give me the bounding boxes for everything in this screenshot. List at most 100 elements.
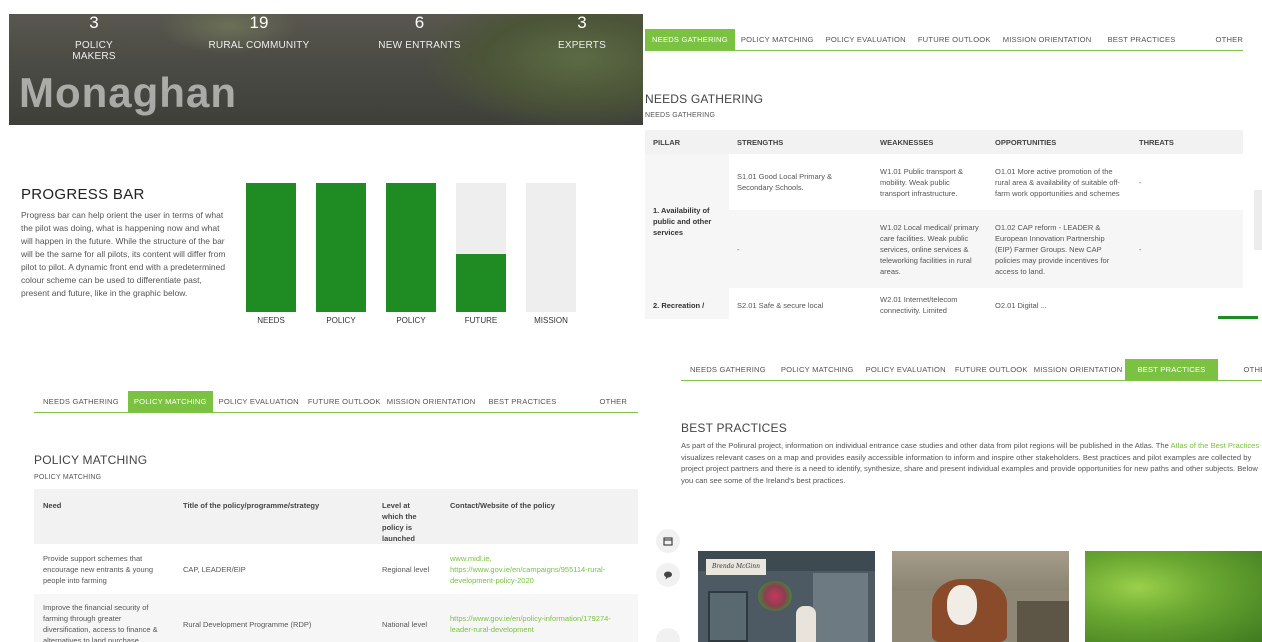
pillar-cell: 2. Recreation / [645, 288, 729, 319]
stat-label: EXPERTS [558, 40, 606, 51]
calendar-icon[interactable] [656, 529, 680, 553]
atlas-link[interactable]: Atlas of the Best Practices [1171, 441, 1260, 450]
stat-label: RURAL COMMUNITY [208, 40, 310, 51]
swot-table: PILLAR STRENGTHS WEAKNESSES OPPORTUNITIE… [645, 130, 1243, 319]
stat-experts: 3 EXPERTS [552, 14, 612, 51]
tab-best-practices[interactable]: BEST PRACTICES [1101, 29, 1181, 50]
hero-banner: 3 POLICY MAKERS 19 RURAL COMMUNITY 6 NEW… [9, 14, 643, 125]
progress-bar-fill [456, 254, 506, 312]
tab-policy-matching[interactable]: POLICY MATCHING [127, 391, 213, 412]
needs-gathering-title: NEEDS GATHERING [645, 92, 764, 106]
need-cell: Provide support schemes that encourage n… [43, 553, 154, 585]
description-text: As part of the Polirural project, inform… [681, 441, 1171, 450]
progress-bar-column: FUTURE [456, 183, 506, 323]
table-scrollbar[interactable] [1254, 190, 1262, 250]
policy-matching-title: POLICY MATCHING [34, 453, 148, 467]
calf-photo[interactable] [892, 551, 1069, 642]
column-header: PILLAR [645, 130, 729, 154]
stat-label: NEW ENTRANTS [378, 40, 461, 51]
tab-other[interactable]: OTHER [1238, 359, 1262, 380]
tab-other[interactable]: OTHER [1210, 29, 1250, 50]
threat-cell [1131, 288, 1243, 319]
progress-bar-fill [316, 183, 366, 312]
table-row: 2. Recreation / S2.01 Safe & secure loca… [645, 288, 1243, 319]
hero-title: Monaghan [19, 69, 237, 116]
best-practices-description: As part of the Polirural project, inform… [681, 440, 1262, 486]
threat-cell: - [1139, 177, 1142, 187]
progress-bar-label: NEEDS [246, 312, 296, 323]
level-cell: National level [373, 594, 441, 642]
table-row: - W1.02 Local medical/ primary care faci… [645, 210, 1243, 288]
progress-bar-column: NEEDS [246, 183, 296, 323]
stat-number: 3 [89, 14, 99, 32]
contact-cell: www.midl.ie, https://www.gov.ie/en/campa… [441, 544, 638, 594]
stat-number: 19 [249, 14, 269, 32]
progress-bar-fill [246, 183, 296, 312]
opportunity-cell: O2.01 Digital ... [995, 300, 1047, 310]
policy-matching-subtitle: POLICY MATCHING [34, 474, 102, 481]
stat-new-entrants: 6 NEW ENTRANTS [377, 14, 462, 51]
arrow-icon[interactable] [656, 628, 680, 642]
progress-bar-column: POLICY [316, 183, 366, 323]
progress-bar-label: MISSION [526, 312, 576, 323]
tab-mission-orientation[interactable]: MISSION ORIENTATION [1031, 359, 1126, 380]
stat-rural-community: 19 RURAL COMMUNITY [204, 14, 314, 51]
opportunity-cell: O1.01 More active promotion of the rural… [995, 166, 1120, 198]
table-row: Provide support schemes that encourage n… [34, 544, 638, 594]
green-accent-bar [1218, 316, 1258, 319]
progress-bar-column: POLICY [386, 183, 436, 323]
policy-title-cell: Rural Development Programme (RDP) [174, 594, 373, 642]
column-header: THREATS [1131, 130, 1243, 154]
progress-bar-title: PROGRESS BAR [21, 186, 145, 203]
policy-link[interactable]: www.midl.ie, https://www.gov.ie/en/campa… [450, 554, 605, 585]
tab-bar-best: NEEDS GATHERING POLICY MATCHING POLICY E… [681, 359, 1262, 381]
tab-mission-orientation[interactable]: MISSION ORIENTATION [384, 391, 479, 412]
progress-bar-column: MISSION [526, 183, 576, 323]
pillar-cell: 1. Availability of public and other serv… [645, 154, 729, 288]
chat-icon[interactable] [656, 563, 680, 587]
tab-policy-matching[interactable]: POLICY MATCHING [735, 29, 820, 50]
tab-mission-orientation[interactable]: MISSION ORIENTATION [997, 29, 1098, 50]
shop-door [708, 591, 748, 642]
shop-front-photo[interactable]: Brenda McGinn [698, 551, 875, 642]
strength-cell: - [729, 210, 872, 288]
level-cell: Regional level [382, 564, 430, 574]
progress-bar-label: POLICY [386, 312, 436, 323]
tab-future-outlook[interactable]: FUTURE OUTLOOK [952, 359, 1031, 380]
tab-needs-gathering[interactable]: NEEDS GATHERING [681, 359, 775, 380]
column-header: WEAKNESSES [872, 130, 987, 154]
progress-bar-label: POLICY [316, 312, 366, 323]
progress-bar-chart: NEEDS POLICY POLICY FUTURE MISSION [246, 183, 578, 323]
column-header: Contact/Website of the policy [441, 489, 638, 544]
tab-future-outlook[interactable]: FUTURE OUTLOOK [912, 29, 997, 50]
tab-best-practices[interactable]: BEST PRACTICES [1125, 359, 1218, 380]
stat-number: 6 [414, 14, 425, 32]
policy-link[interactable]: https://www.gov.ie/en/policy-information… [450, 614, 611, 634]
progress-bar-label: FUTURE [456, 312, 506, 323]
tab-bar-needs: NEEDS GATHERING POLICY MATCHING POLICY E… [645, 29, 1243, 51]
contact-cell: https://www.gov.ie/en/policy-information… [441, 594, 638, 642]
tab-other[interactable]: OTHER [594, 391, 634, 412]
stat-label: POLICY MAKERS [72, 40, 116, 62]
tab-policy-matching[interactable]: POLICY MATCHING [775, 359, 860, 380]
best-practices-title: BEST PRACTICES [681, 421, 787, 435]
crop-foliage [1085, 551, 1262, 642]
tab-best-practices[interactable]: BEST PRACTICES [482, 391, 562, 412]
table-header-row: PILLAR STRENGTHS WEAKNESSES OPPORTUNITIE… [645, 130, 1243, 154]
crop-field-photo[interactable] [1085, 551, 1262, 642]
stat-policy-makers: 3 POLICY MAKERS [54, 14, 134, 62]
column-header: Need [34, 489, 174, 544]
description-text: visualizes relevant cases on a map and p… [681, 452, 1258, 485]
shop-sign: Brenda McGinn [706, 559, 766, 575]
needs-gathering-subtitle: NEEDS GATHERING [645, 112, 716, 119]
barn-floor [1017, 601, 1069, 642]
tab-needs-gathering[interactable]: NEEDS GATHERING [645, 29, 735, 50]
tab-needs-gathering[interactable]: NEEDS GATHERING [34, 391, 128, 412]
tab-policy-evaluation[interactable]: POLICY EVALUATION [213, 391, 305, 412]
tab-policy-evaluation[interactable]: POLICY EVALUATION [860, 359, 952, 380]
weakness-cell: W1.01 Public transport & mobility. Weak … [880, 166, 963, 198]
tab-bar-policy: NEEDS GATHERING POLICY MATCHING POLICY E… [34, 391, 638, 413]
tab-future-outlook[interactable]: FUTURE OUTLOOK [305, 391, 384, 412]
tab-policy-evaluation[interactable]: POLICY EVALUATION [820, 29, 912, 50]
policy-title-cell: CAP, LEADER/EIP [183, 564, 246, 574]
